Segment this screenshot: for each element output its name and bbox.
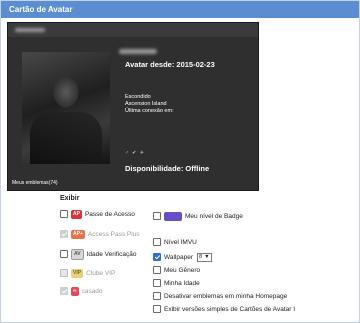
wallpaper-select-value: 8 [199, 254, 203, 260]
checkbox[interactable] [153, 279, 161, 287]
vip-icon: VIP [71, 268, 84, 278]
checkbox[interactable] [153, 266, 161, 274]
checkbox[interactable] [153, 238, 161, 246]
avatar-since: Avatar desde: 2015-02-23 [125, 60, 215, 69]
checkbox[interactable] [153, 253, 161, 261]
panel-title: Cartão de Avatar [1, 1, 359, 18]
status-line: Última conexão em: [125, 108, 174, 114]
section-label-exibir: Exibir [60, 195, 80, 202]
option-nivel-imvu[interactable]: Nível IMVU [153, 237, 197, 247]
access-pass-icon: AP [71, 209, 82, 219]
status-icons: ♂ ✔ ✈ [125, 150, 145, 156]
checkbox[interactable] [60, 269, 68, 277]
age-verified-icon: AV [71, 248, 84, 260]
option-minha-idade[interactable]: Minha Idade [153, 278, 200, 288]
availability-status: Disponibilidade: Offline [125, 164, 210, 173]
option-wallpaper[interactable]: Wallpaper 8 ▼ [153, 252, 212, 262]
checkbox[interactable] [153, 292, 161, 300]
option-label: Minha Idade [164, 279, 200, 287]
checkbox[interactable] [153, 305, 161, 313]
avatar-photo[interactable] [22, 52, 110, 164]
avatar-card-panel: Cartão de Avatar Avatar desde: 2015-02-2… [0, 0, 360, 323]
status-line: Ascension Island [125, 101, 167, 107]
checkbox[interactable] [60, 210, 68, 218]
option-meu-nivel-de-badge[interactable]: Meu nível de Badge [153, 211, 243, 221]
card-header-bar [8, 23, 258, 37]
checkbox[interactable] [60, 250, 68, 258]
wallpaper-select[interactable]: 8 ▼ [197, 252, 212, 262]
option-clube-vip[interactable]: VIP Clube VIP [60, 268, 115, 278]
checkbox[interactable] [60, 230, 68, 238]
badges-link[interactable]: Meus emblemas(74) [12, 180, 58, 186]
option-access-pass-plus[interactable]: AP+ Access Pass Plus [60, 229, 140, 239]
option-desativar-emblemas[interactable]: Desativar emblemas em minha Homepage [153, 291, 287, 301]
avatar-card: Avatar desde: 2015-02-23 Escondido Ascen… [7, 22, 259, 191]
option-passe-de-acesso[interactable]: AP Passe de Acesso [60, 209, 135, 219]
blurred-username [15, 28, 45, 32]
blurred-name [119, 49, 157, 54]
option-label: Passe de Acesso [84, 210, 135, 218]
option-versoes-simples[interactable]: Exibir versões simples de Cartões de Ava… [153, 304, 295, 314]
option-label: Access Pass Plus [87, 230, 140, 238]
option-label: Clube VIP [86, 269, 116, 277]
chevron-down-icon: ▼ [204, 254, 210, 260]
option-casado[interactable]: ∞ casado [60, 286, 103, 296]
option-label: Wallpaper [164, 253, 194, 261]
married-icon: ∞ [71, 286, 79, 296]
badge-level-icon [164, 211, 182, 221]
option-label: Desativar emblemas em minha Homepage [164, 292, 288, 300]
option-label: Meu nível de Badge [185, 212, 243, 220]
option-label: Exibir versões simples de Cartões de Ava… [164, 305, 296, 313]
option-meu-genero[interactable]: Meu Gênero [153, 265, 200, 275]
checkbox[interactable] [153, 212, 161, 220]
option-idade-verificacao[interactable]: AV Idade Verificação [60, 248, 137, 260]
checkbox[interactable] [60, 287, 68, 295]
option-label: Idade Verificação [86, 250, 137, 258]
option-label: casado [81, 287, 103, 295]
status-block: Escondido Ascension Island Última conexã… [125, 94, 174, 115]
option-label: Nível IMVU [164, 238, 197, 246]
status-line: Escondido [125, 94, 151, 100]
option-label: Meu Gênero [164, 266, 201, 274]
access-pass-plus-icon: AP+ [71, 229, 85, 239]
